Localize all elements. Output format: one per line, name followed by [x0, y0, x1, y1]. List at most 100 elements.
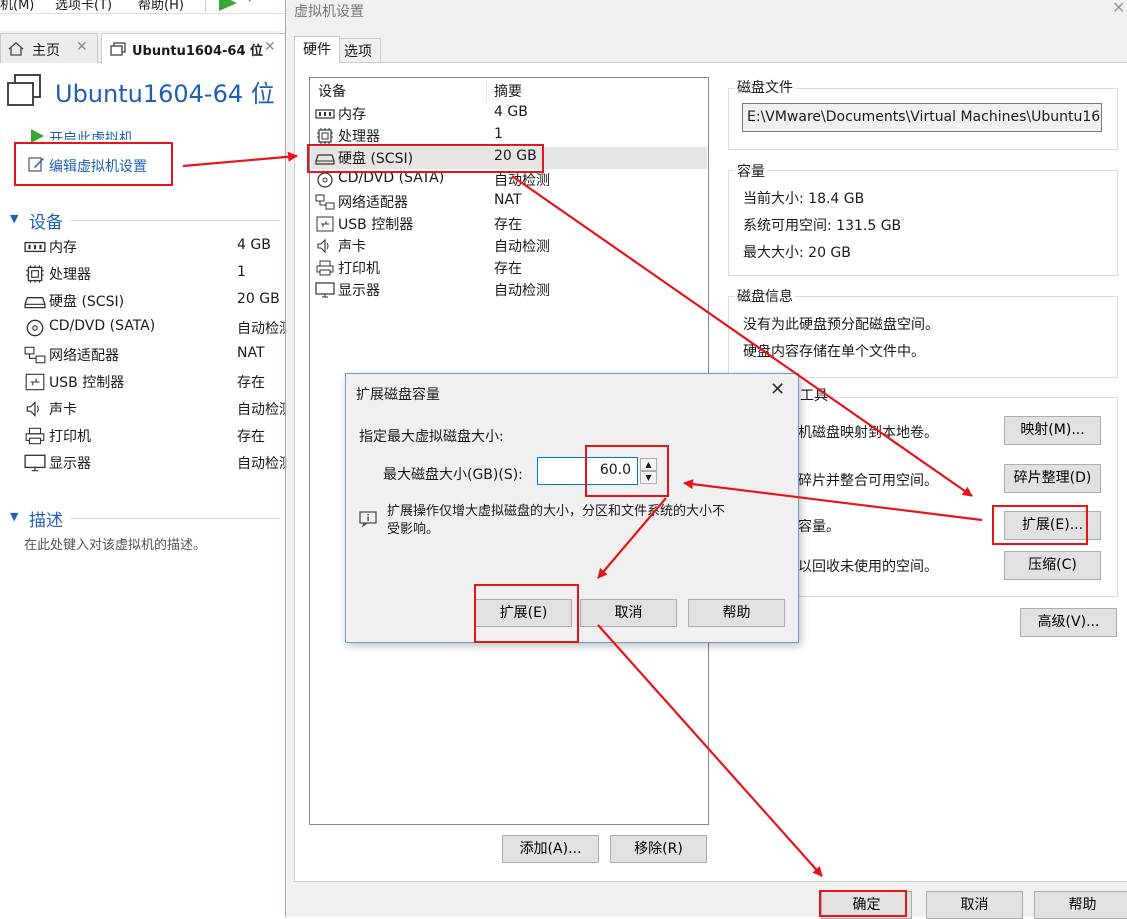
hardware-name: 声卡 — [338, 239, 366, 255]
compact-button[interactable]: 压缩(C) — [1004, 551, 1101, 580]
cpu-icon — [26, 265, 44, 283]
spin-up-button[interactable]: ▲ — [640, 458, 657, 471]
hardware-row[interactable]: USB 控制器 存在 — [311, 213, 707, 235]
hardware-summary: 4 GB — [494, 104, 528, 120]
menu-vm[interactable]: 机(M) — [0, 0, 34, 13]
expand-disk-button[interactable]: 扩展(E)... — [1004, 511, 1101, 540]
device-summary: 自动检测 — [237, 456, 287, 472]
note-line-2: 受影响。 — [387, 522, 440, 537]
collapse-devices-icon[interactable]: ▼ — [10, 212, 18, 225]
hardware-row[interactable]: CD/DVD (SATA) 自动检测 — [311, 169, 707, 191]
expand-cancel-button[interactable]: 取消 — [580, 599, 677, 627]
hardware-row[interactable]: 打印机 存在 — [311, 257, 707, 279]
collapse-description-icon[interactable]: ▼ — [10, 510, 18, 523]
hardware-name: 网络适配器 — [338, 195, 408, 211]
available-space: 系统可用空间: 131.5 GB — [743, 218, 902, 234]
device-name[interactable]: 声卡 — [49, 399, 77, 419]
edit-vm-settings-link[interactable]: 编辑虚拟机设置 — [49, 156, 147, 176]
tab-ubuntu-vm[interactable]: Ubuntu1604-64 位 ✕ — [101, 33, 290, 64]
hardware-summary: 自动检测 — [494, 283, 550, 299]
expand-help-button[interactable]: 帮助 — [688, 599, 785, 627]
disk-file-path[interactable]: E:\VMware\Documents\Virtual Machines\Ubu… — [742, 103, 1102, 132]
tab-options[interactable]: 选项 — [335, 38, 381, 63]
disk-info-group — [728, 296, 1118, 378]
hardware-row[interactable]: 处理器 1 — [311, 125, 707, 147]
disk-info-line-1: 没有为此硬盘预分配磁盘空间。 — [743, 317, 939, 333]
device-name[interactable]: 网络适配器 — [49, 345, 119, 365]
memory-icon — [24, 241, 46, 253]
help-button[interactable]: 帮助 — [1034, 891, 1127, 919]
device-name[interactable]: 内存 — [49, 237, 77, 257]
capacity-heading: 容量 — [735, 161, 767, 181]
defragment-button[interactable]: 碎片整理(D) — [1004, 464, 1101, 493]
close-icon[interactable]: ✕ — [76, 39, 88, 55]
memory-icon — [315, 109, 335, 119]
column-header-summary[interactable]: 摘要 — [494, 81, 522, 101]
power-on-link[interactable]: 开启此虚拟机 — [49, 128, 133, 140]
hardware-name: 处理器 — [338, 129, 380, 145]
device-summary: 1 — [237, 264, 246, 280]
device-name[interactable]: USB 控制器 — [49, 372, 124, 392]
max-size: 最大大小: 20 GB — [743, 245, 851, 261]
vm-title: Ubuntu1604-64 位 — [55, 80, 275, 108]
hardware-row[interactable]: 显示器 自动检测 — [311, 279, 707, 301]
printer-icon — [316, 260, 334, 276]
remove-hardware-button[interactable]: 移除(R) — [610, 835, 707, 863]
column-separator[interactable] — [486, 80, 487, 102]
device-summary: 自动检测 — [237, 402, 287, 418]
device-summary: 自动检测 — [237, 321, 287, 337]
hardware-row[interactable]: 网络适配器 NAT — [311, 191, 707, 213]
instruction-text: 指定最大虚拟磁盘大小: — [359, 429, 504, 445]
column-header-device[interactable]: 设备 — [318, 81, 346, 101]
hardware-name: 打印机 — [338, 261, 380, 277]
vm-icon — [7, 74, 41, 106]
close-icon[interactable]: ✕ — [770, 379, 785, 400]
power-on-icon[interactable] — [29, 128, 45, 144]
hardware-row[interactable]: 声卡 自动检测 — [311, 235, 707, 257]
network-icon — [315, 194, 335, 210]
device-name[interactable]: 显示器 — [49, 453, 91, 473]
monitor-icon — [315, 282, 335, 298]
close-icon[interactable]: ✕ — [1112, 0, 1125, 17]
expand-confirm-button[interactable]: 扩展(E) — [475, 599, 572, 627]
menu-tabs[interactable]: 选项卡(T) — [55, 0, 112, 13]
description-heading: 描述 — [29, 511, 63, 531]
hardware-summary: 20 GB — [494, 148, 537, 164]
dialog-title: 虚拟机设置 — [294, 4, 364, 20]
spin-down-button[interactable]: ▼ — [640, 471, 657, 484]
device-summary: NAT — [237, 345, 265, 361]
menu-help[interactable]: 帮助(H) — [138, 0, 184, 13]
device-name[interactable]: 硬盘 (SCSI) — [49, 291, 124, 311]
device-name[interactable]: CD/DVD (SATA) — [49, 318, 155, 334]
hardware-name: 显示器 — [338, 283, 380, 299]
device-name[interactable]: 打印机 — [49, 426, 91, 446]
tab-home-label: 主页 — [32, 43, 60, 59]
play-dropdown-icon[interactable]: ▾ — [247, 0, 253, 5]
hardware-name: USB 控制器 — [338, 217, 414, 233]
close-icon[interactable]: ✕ — [264, 39, 276, 55]
usb-icon — [316, 216, 334, 232]
divider — [70, 518, 280, 519]
cdrom-icon — [26, 319, 44, 337]
speaker-icon — [26, 400, 39, 418]
defrag-description: 碎片并整合可用空间。 — [798, 473, 938, 489]
map-button[interactable]: 映射(M)... — [1004, 416, 1101, 445]
hardware-row[interactable]: 内存 4 GB — [311, 103, 707, 125]
play-icon[interactable] — [217, 0, 239, 11]
edit-settings-icon[interactable] — [27, 155, 45, 173]
ok-button[interactable]: 确定 — [821, 891, 912, 919]
cancel-button[interactable]: 取消 — [926, 891, 1023, 919]
cdrom-icon — [317, 172, 333, 188]
tab-hardware[interactable]: 硬件 — [294, 36, 340, 63]
hardware-summary: 自动检测 — [494, 239, 550, 255]
description-placeholder[interactable]: 在此处键入对该虚拟机的描述。 — [24, 534, 206, 553]
hardware-row[interactable]: 硬盘 (SCSI) 20 GB — [311, 147, 707, 169]
max-disk-size-input[interactable]: 60.0 — [537, 457, 638, 485]
vmware-main-window: 机(M) 选项卡(T) 帮助(H) ▾ 主页 ✕ Ubuntu1604-64 位… — [0, 0, 290, 917]
max-size-label: 最大磁盘大小(GB)(S): — [383, 467, 523, 483]
advanced-button[interactable]: 高级(V)... — [1020, 608, 1117, 637]
tab-home[interactable]: 主页 ✕ — [0, 33, 98, 63]
compact-description: 以回收未使用的空间。 — [798, 559, 938, 575]
device-name[interactable]: 处理器 — [49, 264, 91, 284]
add-hardware-button[interactable]: 添加(A)... — [502, 835, 599, 863]
